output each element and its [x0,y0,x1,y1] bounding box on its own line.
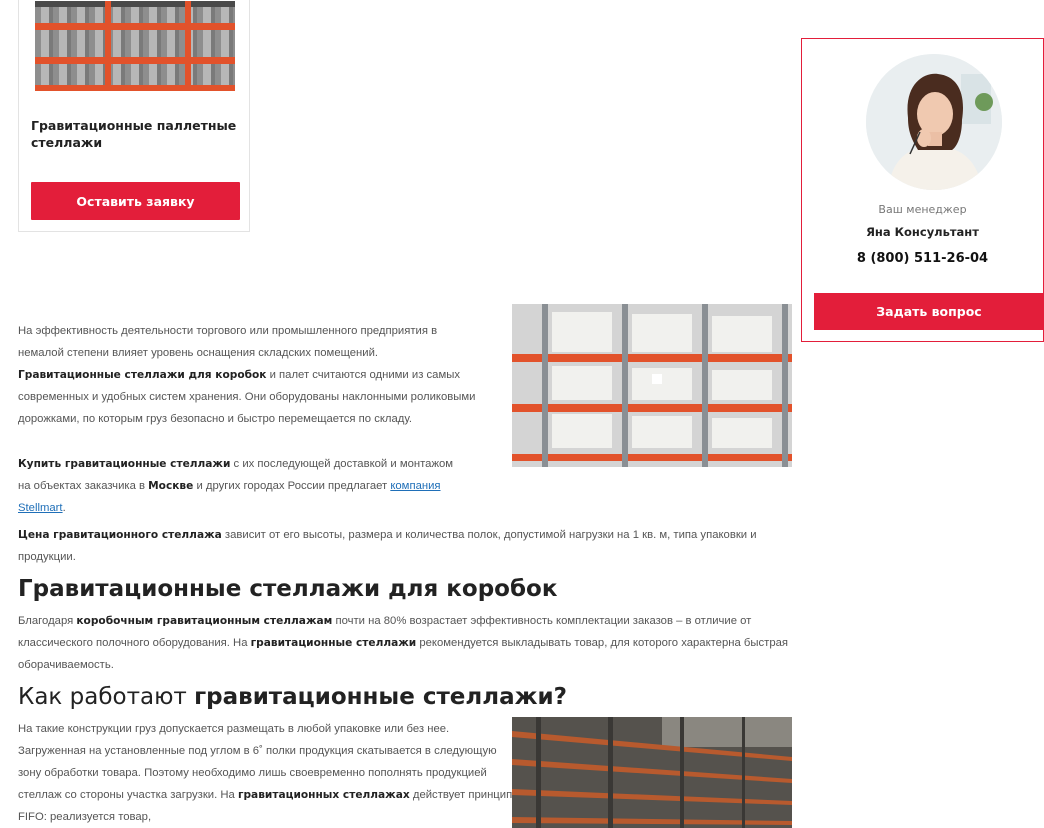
manager-avatar [866,54,1002,190]
bold-text: Гравитационные стеллажи для коробок [18,369,267,381]
manager-widget: Ваш менеджер Яна Консультант 8 (800) 511… [801,38,1044,342]
article-paragraph-2: Купить гравитационные стеллажи с их посл… [18,453,468,519]
bold-text: гравитационные стеллажи [250,637,417,649]
text: Благодаря [18,615,77,627]
text: и других городах России предлагает [193,480,391,492]
pallet-rack-image[interactable] [35,1,235,91]
gravity-rack-boxes-photo [512,304,792,467]
article-paragraph-4: Благодаря коробочным гравитационным стел… [18,610,793,676]
text: . [62,502,66,514]
heading-boxes: Гравитационные стеллажи для коробок [18,576,557,602]
heading-bold-text: гравитационные стеллажи? [194,684,567,710]
leave-request-button[interactable]: Оставить заявку [31,182,240,220]
heading-text: Гравитационные стеллажи для коробок [18,576,558,602]
article-paragraph-5: На такие конструкции груз допускается ра… [18,718,513,828]
ask-question-button[interactable]: Задать вопрос [814,293,1044,330]
manager-phone[interactable]: 8 (800) 511-26-04 [802,251,1043,266]
manager-name: Яна Консультант [866,225,979,239]
article-paragraph-1: На эффективность деятельности торгового … [18,320,478,430]
text: На эффективность деятельности торгового … [18,325,438,359]
product-title[interactable]: Гравитационные паллетные стеллажи [31,117,241,151]
heading-text: Как работают [18,684,195,710]
heading-how-it-works: Как работают гравитационные стеллажи? [18,684,567,710]
warehouse-rack-photo [512,717,792,828]
article-paragraph-3: Цена гравитационного стеллажа зависит от… [18,524,793,568]
bold-text: Купить гравитационные стеллажи [18,458,231,470]
bold-text: коробочным гравитационным стеллажам [76,615,333,627]
product-card: Гравитационные паллетные стеллажи Остави… [18,0,250,232]
bold-text: гравитационных стеллажах [237,789,410,801]
manager-label: Ваш менеджер [878,203,967,216]
bold-text: Москве [148,480,194,492]
bold-text: Цена гравитационного стеллажа [18,529,222,541]
